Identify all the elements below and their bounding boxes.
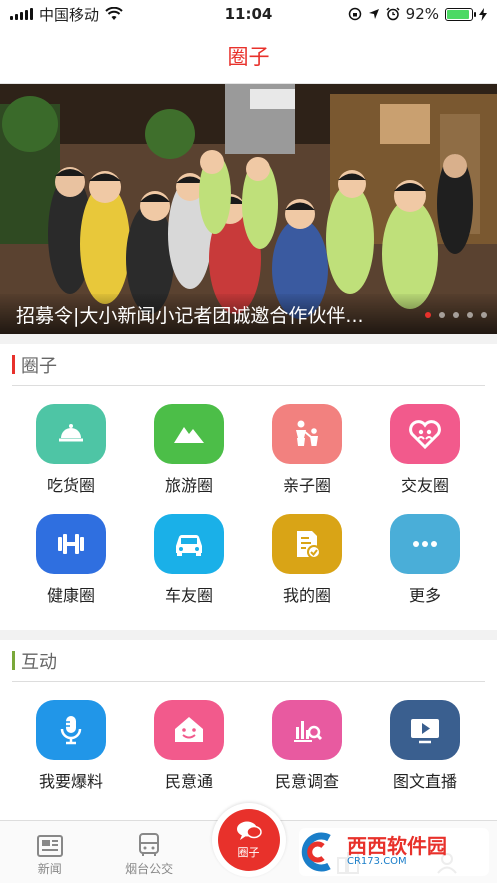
- battery-icon: [445, 7, 476, 21]
- location-icon: [368, 9, 379, 19]
- charging-icon: [479, 7, 487, 21]
- document-check-icon: [297, 531, 321, 559]
- watermark-logo-icon: [301, 832, 331, 872]
- tab-bus[interactable]: 烟台公交: [99, 821, 198, 883]
- grid-item-label: 吃货圈: [46, 476, 95, 495]
- grid-item-tile[interactable]: [272, 514, 342, 574]
- grid-item-label: 图文直播: [392, 772, 457, 791]
- section-title: 圈子: [21, 355, 57, 377]
- grid-item-label: 旅游圈: [164, 476, 213, 495]
- grid-item-label: 交友圈: [400, 476, 449, 495]
- carousel-dots: [425, 312, 487, 318]
- grid-item[interactable]: 民意调查: [248, 682, 366, 792]
- chat-bubble-icon: [236, 821, 262, 840]
- carrier-label: 中国移动: [39, 5, 100, 24]
- battery-percent: 92%: [405, 5, 439, 23]
- grid-item-tile[interactable]: [154, 514, 224, 574]
- carousel-dot[interactable]: [467, 312, 473, 318]
- circle-grid: 吃货圈 旅游圈 亲子圈 交友圈健康圈 车友圈 我的圈 更多: [0, 386, 497, 606]
- section-title: 互动: [21, 651, 57, 673]
- grid-item[interactable]: 车友圈: [130, 496, 248, 606]
- grid-item-tile[interactable]: [272, 700, 342, 760]
- carousel-dot[interactable]: [481, 312, 487, 318]
- grid-item-label: 车友圈: [164, 586, 213, 605]
- news-icon: [36, 835, 63, 857]
- tab-label: 圈子: [237, 846, 260, 859]
- heart-people-icon: [409, 420, 441, 450]
- center-tab-inner: 圈子: [217, 809, 280, 871]
- grid-item-tile[interactable]: [154, 700, 224, 760]
- food-cloche-icon: [59, 424, 83, 442]
- status-bar: 中国移动 11:04 92%: [0, 0, 497, 28]
- alarm-icon: [386, 7, 400, 21]
- grid-item-tile[interactable]: [390, 700, 460, 760]
- tab-label: 新闻: [37, 862, 62, 876]
- smile-house-icon: [175, 717, 203, 742]
- grid-item-tile[interactable]: [272, 404, 342, 464]
- grid-item-label: 我要爆料: [38, 772, 103, 791]
- carousel-dot[interactable]: [453, 312, 459, 318]
- nav-bar: 圈子: [0, 28, 497, 84]
- grid-item-label: 我的圈: [282, 586, 331, 605]
- carousel-dot[interactable]: [439, 312, 445, 318]
- wifi-icon: [105, 7, 123, 20]
- page-title: 圈子: [227, 44, 270, 69]
- carousel-dot[interactable]: [425, 312, 431, 318]
- tab-news[interactable]: 新闻: [0, 821, 99, 883]
- interact-grid: 我要爆料 民意通 民意调查 图文直播: [0, 682, 497, 792]
- grid-item[interactable]: 健康圈: [12, 496, 130, 606]
- mountain-icon: [174, 427, 204, 443]
- tab-label: 烟台公交: [125, 862, 174, 876]
- signal-icon: [10, 8, 33, 20]
- grid-item-tile[interactable]: [36, 514, 106, 574]
- section-accent-bar: [12, 651, 15, 670]
- circle-section: 圈子 吃货圈 旅游圈 亲子圈 交友圈健康圈 车友圈 我的圈 更多: [0, 344, 497, 630]
- chart-search-icon: [294, 721, 323, 742]
- section-header: 互动: [12, 640, 485, 682]
- grid-item[interactable]: 亲子圈: [248, 386, 366, 496]
- banner-caption-text: 招募令|大小新闻小记者团诚邀合作伙伴...: [16, 304, 364, 327]
- parent-child-icon: [296, 420, 318, 446]
- grid-item-tile[interactable]: [36, 404, 106, 464]
- grid-item[interactable]: 交友圈: [366, 386, 484, 496]
- banner-caption: 招募令|大小新闻小记者团诚邀合作伙伴...: [0, 294, 497, 334]
- watermark-logo: 西西软件园 CR173.COM: [299, 828, 489, 876]
- center-tab-button[interactable]: 圈子: [211, 803, 286, 877]
- grid-item[interactable]: 图文直播: [366, 682, 484, 792]
- orientation-lock-icon: [348, 7, 361, 21]
- grid-item-tile[interactable]: [390, 514, 460, 574]
- grid-item[interactable]: 我要爆料: [12, 682, 130, 792]
- car-icon: [176, 535, 202, 556]
- grid-item-label: 亲子圈: [282, 476, 331, 495]
- grid-item-label: 更多: [408, 586, 441, 605]
- bus-icon: [139, 833, 160, 856]
- video-play-icon: [411, 719, 439, 744]
- grid-item-label: 民意调查: [274, 772, 339, 791]
- grid-item-label: 民意通: [164, 772, 213, 791]
- more-dots-icon: [413, 541, 437, 547]
- grid-item-tile[interactable]: [36, 700, 106, 760]
- grid-item-tile[interactable]: [390, 404, 460, 464]
- section-header: 圈子: [12, 344, 485, 386]
- grid-item[interactable]: 民意通: [130, 682, 248, 792]
- grid-item[interactable]: 我的圈: [248, 496, 366, 606]
- tab-circle[interactable]: 圈子: [199, 803, 298, 883]
- grid-item-tile[interactable]: [154, 404, 224, 464]
- dumbbell-icon: [58, 534, 84, 554]
- grid-item[interactable]: 更多: [366, 496, 484, 606]
- banner-carousel[interactable]: 招募令|大小新闻小记者团诚邀合作伙伴...: [0, 84, 497, 334]
- microphone-icon: [60, 716, 82, 745]
- watermark-main-text: 西西软件园: [347, 834, 447, 859]
- interact-section: 互动 我要爆料 民意通 民意调查 图文直播: [0, 640, 497, 820]
- section-accent-bar: [12, 355, 15, 374]
- grid-item-label: 健康圈: [46, 586, 95, 605]
- grid-item[interactable]: 旅游圈: [130, 386, 248, 496]
- grid-item[interactable]: 吃货圈: [12, 386, 130, 496]
- watermark-sub-text: CR173.COM: [347, 856, 407, 868]
